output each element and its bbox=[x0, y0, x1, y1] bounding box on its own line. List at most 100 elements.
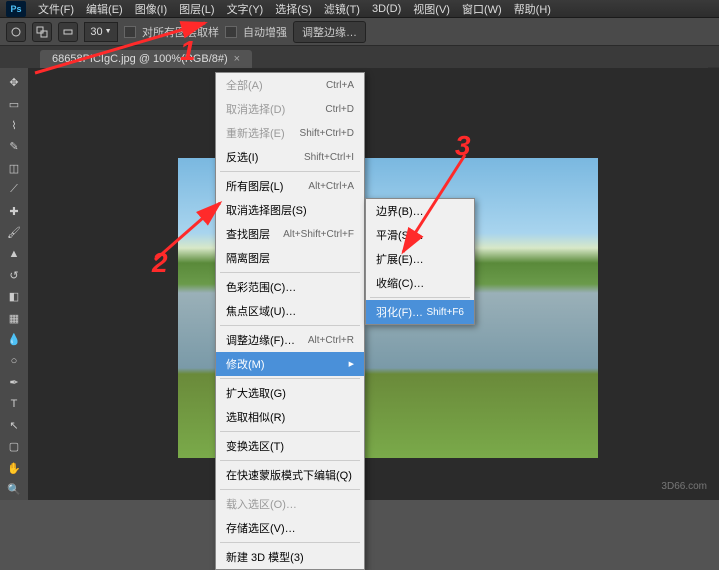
submenu-item[interactable]: 羽化(F)…Shift+F6 bbox=[366, 300, 474, 324]
blur-tool[interactable]: 💧 bbox=[2, 329, 26, 350]
add-selection-icon[interactable] bbox=[32, 22, 52, 42]
menu-item-shortcut: Alt+Ctrl+R bbox=[308, 335, 354, 346]
menu-file[interactable]: 文件(F) bbox=[32, 0, 80, 19]
submenu-item[interactable]: 扩展(E)… bbox=[366, 247, 474, 271]
menu-item-label: 调整边缘(F)… bbox=[226, 332, 295, 348]
menu-item[interactable]: 修改(M) bbox=[216, 352, 364, 376]
type-tool[interactable]: T bbox=[2, 393, 26, 414]
submenu-item[interactable]: 边界(B)… bbox=[366, 199, 474, 223]
menu-select[interactable]: 选择(S) bbox=[269, 0, 318, 19]
menu-item: 重新选择(E) Shift+Ctrl+D bbox=[216, 121, 364, 145]
document-tab-bar: 68658PICIgC.jpg @ 100%(RGB/8#) × bbox=[0, 46, 719, 68]
path-tool[interactable]: ↖ bbox=[2, 415, 26, 436]
sample-all-layers-checkbox[interactable] bbox=[124, 26, 136, 38]
brush-size-value: 30 bbox=[90, 26, 102, 38]
menu-item-shortcut: Alt+Ctrl+A bbox=[308, 181, 354, 192]
lasso-tool[interactable]: ⌇ bbox=[2, 115, 26, 136]
menu-window[interactable]: 窗口(W) bbox=[456, 0, 508, 19]
gradient-tool[interactable]: ▦ bbox=[2, 307, 26, 328]
menu-item[interactable]: 选取相似(R) bbox=[216, 405, 364, 429]
menu-item-label: 隔离图层 bbox=[226, 250, 270, 266]
submenu-item[interactable]: 收缩(C)… bbox=[366, 271, 474, 295]
modify-submenu: 边界(B)… 平滑(S)… 扩展(E)… 收缩(C)… 羽化(F)…Shift+F6 bbox=[365, 198, 475, 325]
auto-enhance-checkbox[interactable] bbox=[225, 26, 237, 38]
menu-item-label: 色彩范围(C)… bbox=[226, 279, 296, 295]
submenu-item-shortcut: Shift+F6 bbox=[426, 307, 464, 318]
menu-item-label: 载入选区(O)… bbox=[226, 496, 297, 512]
crop-tool[interactable]: ◫ bbox=[2, 158, 26, 179]
menu-item-shortcut: Alt+Shift+Ctrl+F bbox=[283, 229, 354, 240]
menu-help[interactable]: 帮助(H) bbox=[508, 0, 557, 19]
menu-item[interactable]: 存储选区(V)… bbox=[216, 516, 364, 540]
brush-tool[interactable]: 🖌 bbox=[2, 222, 26, 243]
menu-item[interactable]: 调整边缘(F)… Alt+Ctrl+R bbox=[216, 328, 364, 352]
menu-item-shortcut: Ctrl+A bbox=[326, 80, 354, 91]
menu-type[interactable]: 文字(Y) bbox=[221, 0, 270, 19]
eyedropper-tool[interactable]: ⟋ bbox=[2, 179, 26, 200]
menubar: Ps 文件(F) 编辑(E) 图像(I) 图层(L) 文字(Y) 选择(S) 滤… bbox=[0, 0, 719, 18]
menu-item: 取消选择(D) Ctrl+D bbox=[216, 97, 364, 121]
submenu-item-label: 边界(B)… bbox=[376, 203, 424, 219]
menu-item[interactable]: 所有图层(L) Alt+Ctrl+A bbox=[216, 174, 364, 198]
move-tool[interactable]: ✥ bbox=[2, 72, 26, 93]
menu-image[interactable]: 图像(I) bbox=[129, 0, 173, 19]
menu-item-label: 取消选择(D) bbox=[226, 101, 285, 117]
tool-preset-icon[interactable] bbox=[6, 22, 26, 42]
menu-item[interactable]: 隔离图层 bbox=[216, 246, 364, 270]
menu-edit[interactable]: 编辑(E) bbox=[80, 0, 129, 19]
sample-all-layers-label: 对所有图层取样 bbox=[142, 24, 219, 40]
marquee-tool[interactable]: ▭ bbox=[2, 93, 26, 114]
menu-item[interactable]: 反选(I)Shift+Ctrl+I bbox=[216, 145, 364, 169]
zoom-tool[interactable]: 🔍 bbox=[2, 479, 26, 500]
menu-item-label: 取消选择图层(S) bbox=[226, 202, 307, 218]
menu-item-label: 在快速蒙版模式下编辑(Q) bbox=[226, 467, 352, 483]
stamp-tool[interactable]: ▲ bbox=[2, 243, 26, 264]
menu-item-label: 重新选择(E) bbox=[226, 125, 285, 141]
menu-filter[interactable]: 滤镜(T) bbox=[318, 0, 366, 19]
app-logo: Ps bbox=[6, 1, 26, 17]
menu-item[interactable]: 扩大选取(G) bbox=[216, 381, 364, 405]
menu-item-label: 新建 3D 模型(3) bbox=[226, 549, 304, 565]
menu-item-shortcut: Ctrl+D bbox=[325, 104, 354, 115]
dodge-tool[interactable]: ○ bbox=[2, 350, 26, 371]
heal-tool[interactable]: ✚ bbox=[2, 200, 26, 221]
menu-item-label: 查找图层 bbox=[226, 226, 270, 242]
quick-select-tool[interactable]: ✎ bbox=[2, 136, 26, 157]
menu-item-label: 焦点区域(U)… bbox=[226, 303, 296, 319]
document-title: 68658PICIgC.jpg @ 100%(RGB/8#) bbox=[52, 53, 228, 65]
menu-3d[interactable]: 3D(D) bbox=[366, 1, 407, 17]
submenu-item-label: 平滑(S)… bbox=[376, 227, 424, 243]
select-menu-dropdown: 全部(A) Ctrl+A 取消选择(D) Ctrl+D 重新选择(E) Shift+Ctr… bbox=[215, 72, 365, 570]
menu-item-shortcut: Shift+Ctrl+D bbox=[300, 128, 354, 139]
shape-tool[interactable]: ▢ bbox=[2, 436, 26, 457]
menu-item-label: 全部(A) bbox=[226, 77, 263, 93]
auto-enhance-label: 自动增强 bbox=[243, 24, 287, 40]
menu-item-label: 修改(M) bbox=[226, 356, 265, 372]
refine-edge-button[interactable]: 调整边缘… bbox=[293, 21, 366, 43]
menu-item[interactable]: 变换选区(T) bbox=[216, 434, 364, 458]
menu-item-label: 扩大选取(G) bbox=[226, 385, 286, 401]
pen-tool[interactable]: ✒ bbox=[2, 372, 26, 393]
menu-item[interactable]: 取消选择图层(S) bbox=[216, 198, 364, 222]
menu-item[interactable]: 新建 3D 模型(3) bbox=[216, 545, 364, 569]
brush-size-dropdown[interactable]: 30▼ bbox=[84, 22, 118, 42]
document-tab[interactable]: 68658PICIgC.jpg @ 100%(RGB/8#) × bbox=[40, 50, 252, 68]
menu-item: 全部(A) Ctrl+A bbox=[216, 73, 364, 97]
toolbar: ✥ ▭ ⌇ ✎ ◫ ⟋ ✚ 🖌 ▲ ↺ ◧ ▦ 💧 ○ ✒ T ↖ ▢ ✋ 🔍 bbox=[0, 68, 28, 500]
menu-item-label: 存储选区(V)… bbox=[226, 520, 296, 536]
submenu-item-label: 收缩(C)… bbox=[376, 275, 424, 291]
history-brush-tool[interactable]: ↺ bbox=[2, 265, 26, 286]
hand-tool[interactable]: ✋ bbox=[2, 457, 26, 478]
menu-item[interactable]: 在快速蒙版模式下编辑(Q) bbox=[216, 463, 364, 487]
close-tab-icon[interactable]: × bbox=[234, 53, 240, 65]
menu-layer[interactable]: 图层(L) bbox=[173, 0, 220, 19]
menu-item-label: 选取相似(R) bbox=[226, 409, 285, 425]
menu-item[interactable]: 色彩范围(C)… bbox=[216, 275, 364, 299]
subtract-selection-icon[interactable] bbox=[58, 22, 78, 42]
menu-item[interactable]: 焦点区域(U)… bbox=[216, 299, 364, 323]
menu-item-label: 所有图层(L) bbox=[226, 178, 283, 194]
menu-item[interactable]: 查找图层 Alt+Shift+Ctrl+F bbox=[216, 222, 364, 246]
eraser-tool[interactable]: ◧ bbox=[2, 286, 26, 307]
submenu-item[interactable]: 平滑(S)… bbox=[366, 223, 474, 247]
menu-view[interactable]: 视图(V) bbox=[407, 0, 456, 19]
